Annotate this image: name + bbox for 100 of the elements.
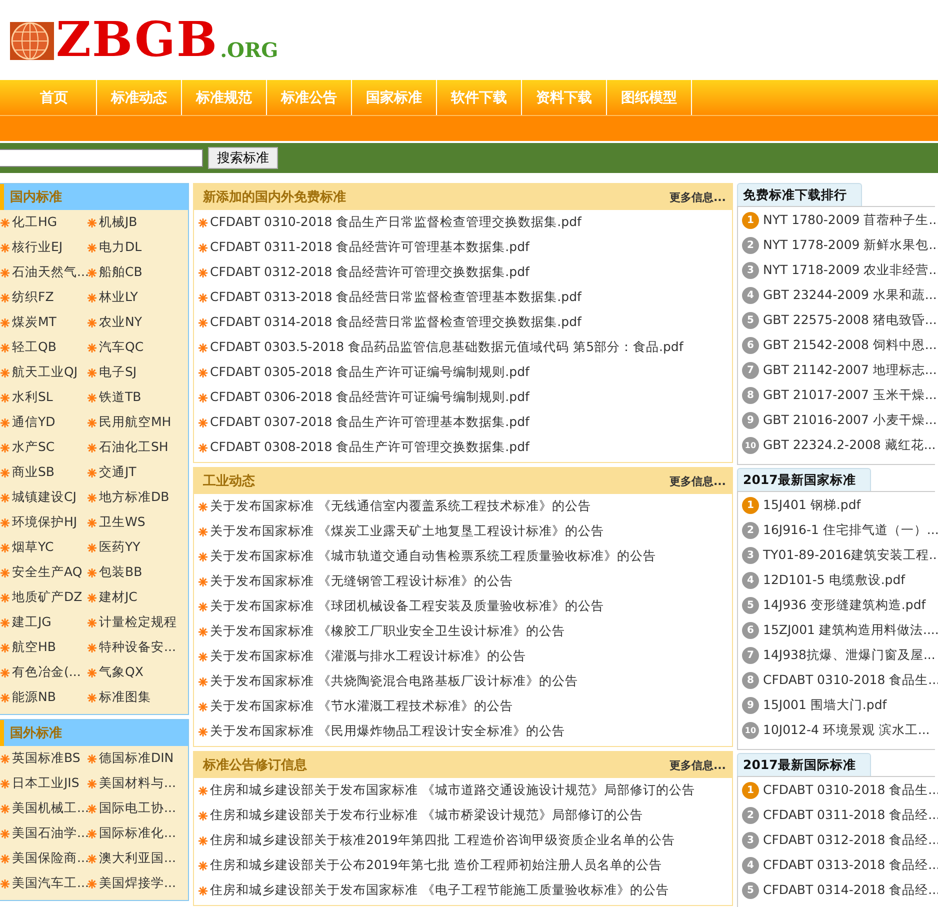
category-link[interactable]: 农业NY [87, 310, 187, 335]
category-link[interactable]: 包装BB [87, 560, 187, 585]
article-link[interactable]: CFDABT 0310-2018 食品生产日常监督检查管理交换数据集.pdf [198, 210, 728, 235]
article-link[interactable]: 住房和城乡建设部关于发布国家标准 《城市道路交通设施设计规范》局部修订的公告 [198, 778, 728, 803]
category-link[interactable]: 澳大利亚国... [87, 846, 187, 871]
ranking-link[interactable]: 10 10J012-4 环境景观 滨水工... [742, 718, 935, 743]
category-link[interactable]: 国际标准化... [87, 821, 187, 846]
category-link[interactable]: 气象QX [87, 660, 187, 685]
article-link[interactable]: CFDABT 0308-2018 食品生产许可管理交换数据集.pdf [198, 435, 728, 460]
category-link[interactable]: 德国标准DIN [87, 746, 187, 771]
article-link[interactable]: 关于发布国家标准 《城市轨道交通自动售检票系统工程质量验收标准》的公告 [198, 544, 728, 569]
article-link[interactable]: 关于发布国家标准 《无缝钢管工程设计标准》的公告 [198, 569, 728, 594]
category-link[interactable]: 国际电工协... [87, 796, 187, 821]
category-link[interactable]: 有色冶金(... [0, 660, 87, 685]
category-link[interactable]: 通信YD [0, 410, 87, 435]
article-link[interactable]: 住房和城乡建设部关于核准2019年第四批 工程造价咨询甲级资质企业名单的公告 [198, 828, 728, 853]
ranking-link[interactable]: 4 GBT 23244-2009 水果和蔬... [742, 283, 935, 308]
category-link[interactable]: 铁道TB [87, 385, 187, 410]
category-link[interactable]: 地方标准DB [87, 485, 187, 510]
category-link[interactable]: 日本工业JIS [0, 771, 87, 796]
category-link[interactable]: 美国石油学... [0, 821, 87, 846]
category-link[interactable]: 建材JC [87, 585, 187, 610]
ranking-link[interactable]: 5 14J936 变形缝建筑构造.pdf [742, 593, 935, 618]
category-link[interactable]: 安全生产AQ [0, 560, 87, 585]
category-link[interactable]: 地质矿产DZ [0, 585, 87, 610]
category-link[interactable]: 城镇建设CJ [0, 485, 87, 510]
ranking-link[interactable]: 9 15J001 围墙大门.pdf [742, 693, 935, 718]
ranking-link[interactable]: 7 14J938抗爆、泄爆门窗及屋... [742, 643, 935, 668]
category-link[interactable]: 美国汽车工... [0, 871, 87, 896]
category-link[interactable]: 烟草YC [0, 535, 87, 560]
article-link[interactable]: 关于发布国家标准 《灌溉与排水工程设计标准》的公告 [198, 644, 728, 669]
category-link[interactable]: 船舶CB [87, 260, 187, 285]
category-link[interactable]: 能源NB [0, 685, 87, 710]
category-link[interactable]: 电力DL [87, 235, 187, 260]
category-link[interactable]: 美国焊接学... [87, 871, 187, 896]
category-link[interactable]: 化工HG [0, 210, 87, 235]
ranking-link[interactable]: 10 GBT 22324.2-2008 藏红花... [742, 433, 935, 458]
site-logo-text[interactable]: ZBGB [56, 16, 218, 64]
search-button[interactable]: 搜索标准 [208, 147, 278, 169]
article-link[interactable]: 关于发布国家标准 《煤炭工业露天矿土地复垦工程设计标准》的公告 [198, 519, 728, 544]
category-link[interactable]: 林业LY [87, 285, 187, 310]
article-link[interactable]: CFDABT 0303.5-2018 食品药品监管信息基础数据元值域代码 第5部分：食品.pdf [198, 335, 728, 360]
ranking-link[interactable]: 8 GBT 21017-2007 玉米干燥... [742, 383, 935, 408]
category-link[interactable]: 标准图集 [87, 685, 187, 710]
category-link[interactable]: 航天工业QJ [0, 360, 87, 385]
ranking-link[interactable]: 5 GBT 22575-2008 猪电致昏... [742, 308, 935, 333]
more-link[interactable]: 更多信息... [669, 190, 726, 204]
ranking-link[interactable]: 1 NYT 1780-2009 苜蓿种子生... [742, 208, 935, 233]
category-link[interactable]: 水利SL [0, 385, 87, 410]
article-link[interactable]: CFDABT 0305-2018 食品生产许可证编号编制规则.pdf [198, 360, 728, 385]
category-link[interactable]: 特种设备安... [87, 635, 187, 660]
category-link[interactable]: 交通JT [87, 460, 187, 485]
category-link[interactable]: 纺织FZ [0, 285, 87, 310]
article-link[interactable]: CFDABT 0311-2018 食品经营许可管理基本数据集.pdf [198, 235, 728, 260]
article-link[interactable]: 住房和城乡建设部关于公布2019年第七批 造价工程师初始注册人员名单的公告 [198, 853, 728, 878]
ranking-link[interactable]: 4 12D101-5 电缆敷设.pdf [742, 568, 935, 593]
article-link[interactable]: CFDABT 0313-2018 食品经营日常监督检查管理基本数据集.pdf [198, 285, 728, 310]
ranking-link[interactable]: 7 GBT 21142-2007 地理标志... [742, 358, 935, 383]
ranking-link[interactable]: 2 16J916-1 住宅排气道（一）... [742, 518, 935, 543]
article-link[interactable]: CFDABT 0307-2018 食品生产许可管理基本数据集.pdf [198, 410, 728, 435]
category-link[interactable]: 建工JG [0, 610, 87, 635]
category-link[interactable]: 煤炭MT [0, 310, 87, 335]
category-link[interactable]: 汽车QC [87, 335, 187, 360]
category-link[interactable]: 医药YY [87, 535, 187, 560]
category-link[interactable]: 环境保护HJ [0, 510, 87, 535]
category-link[interactable]: 计量检定规程 [87, 610, 187, 635]
more-link[interactable]: 更多信息... [669, 474, 726, 488]
ranking-link[interactable]: 3 NYT 1718-2009 农业非经营... [742, 258, 935, 283]
ranking-link[interactable]: 6 15ZJ001 建筑构造用料做法.... [742, 618, 935, 643]
category-link[interactable]: 轻工QB [0, 335, 87, 360]
article-link[interactable]: 关于发布国家标准 《共烧陶瓷混合电路基板厂设计标准》的公告 [198, 669, 728, 694]
category-link[interactable]: 石油化工SH [87, 435, 187, 460]
category-link[interactable]: 美国保险商... [0, 846, 87, 871]
article-link[interactable]: 住房和城乡建设部关于发布国家标准 《电子工程节能施工质量验收标准》的公告 [198, 878, 728, 903]
article-link[interactable]: 关于发布国家标准 《球团机械设备工程安装及质量验收标准》的公告 [198, 594, 728, 619]
article-link[interactable]: CFDABT 0312-2018 食品经营许可管理交换数据集.pdf [198, 260, 728, 285]
ranking-link[interactable]: 6 GBT 21542-2008 饲料中恩... [742, 333, 935, 358]
article-link[interactable]: 住房和城乡建设部关于发布行业标准 《城市桥梁设计规范》局部修订的公告 [198, 803, 728, 828]
ranking-link[interactable]: 9 GBT 21016-2007 小麦干燥... [742, 408, 935, 433]
category-link[interactable]: 石油天然气... [0, 260, 87, 285]
category-link[interactable]: 卫生WS [87, 510, 187, 535]
category-link[interactable]: 航空HB [0, 635, 87, 660]
article-link[interactable]: CFDABT 0306-2018 食品经营许可证编号编制规则.pdf [198, 385, 728, 410]
ranking-link[interactable]: 2 NYT 1778-2009 新鲜水果包... [742, 233, 935, 258]
article-link[interactable]: 关于发布国家标准 《无线通信室内覆盖系统工程技术标准》的公告 [198, 494, 728, 519]
category-link[interactable]: 机械JB [87, 210, 187, 235]
article-link[interactable]: 关于发布国家标准 《橡胶工厂职业安全卫生设计标准》的公告 [198, 619, 728, 644]
article-link[interactable]: CFDABT 0314-2018 食品经营日常监督检查管理交换数据集.pdf [198, 310, 728, 335]
search-field[interactable] [0, 149, 203, 167]
category-link[interactable]: 商业SB [0, 460, 87, 485]
category-link[interactable]: 核行业EJ [0, 235, 87, 260]
category-link[interactable]: 水产SC [0, 435, 87, 460]
category-link[interactable]: 英国标准BS [0, 746, 87, 771]
category-link[interactable]: 电子SJ [87, 360, 187, 385]
ranking-link[interactable]: 3 TY01-89-2016建筑安装工程... [742, 543, 935, 568]
category-link[interactable]: 美国材料与... [87, 771, 187, 796]
article-link[interactable]: 关于发布国家标准 《民用爆炸物品工程设计安全标准》的公告 [198, 719, 728, 744]
ranking-link[interactable]: 1 15J401 钢梯.pdf [742, 493, 935, 518]
category-link[interactable]: 美国机械工... [0, 796, 87, 821]
more-link[interactable]: 更多信息... [669, 758, 726, 772]
